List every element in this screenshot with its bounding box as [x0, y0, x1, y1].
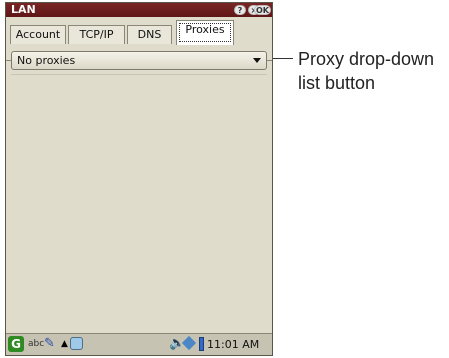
tab-dns[interactable]: DNS	[127, 25, 172, 44]
tab-tcpip[interactable]: TCP/IP	[68, 25, 125, 44]
clock[interactable]: 11:01 AM	[207, 338, 259, 351]
tab-proxies[interactable]: Proxies	[176, 20, 234, 45]
callout-line	[273, 58, 293, 59]
taskbar: G abc ✎ ▲ 🔈 11:01 AM	[6, 333, 272, 355]
proxy-dropdown[interactable]: No proxies	[11, 51, 267, 70]
pen-icon[interactable]: ✎	[44, 336, 55, 351]
tab-bar: Account TCP/IP DNS Proxies	[6, 19, 272, 61]
network-icon[interactable]	[70, 337, 83, 350]
battery-icon[interactable]	[199, 337, 204, 351]
chevron-down-icon	[253, 58, 261, 63]
title-bar: LAN ? × OK	[6, 3, 272, 17]
tab-account[interactable]: Account	[10, 25, 66, 44]
device-screen: LAN ? × OK Account TCP/IP DNS Proxies No…	[5, 2, 273, 356]
callout-text: Proxy drop-down list button	[298, 49, 435, 93]
ok-button[interactable]: OK	[254, 5, 271, 15]
keyboard-label[interactable]: abc	[28, 339, 44, 349]
window-title: LAN	[11, 3, 36, 16]
proxy-dropdown-value: No proxies	[17, 54, 76, 67]
help-button[interactable]: ?	[234, 5, 246, 15]
arrow-up-icon[interactable]: ▲	[61, 339, 68, 349]
start-menu-icon[interactable]: G	[8, 336, 24, 352]
content-divider	[11, 74, 267, 75]
